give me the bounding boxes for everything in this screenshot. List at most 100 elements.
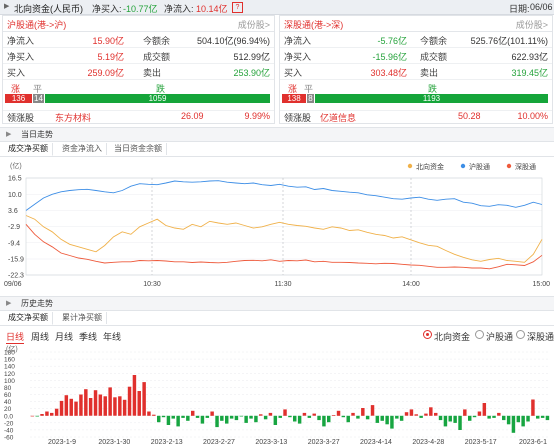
history-bar bbox=[443, 415, 448, 427]
collapse-triangle-icon[interactable]: ▶ bbox=[6, 299, 11, 307]
history-bar bbox=[176, 415, 180, 427]
stat-row: 买入 259.09亿 卖出 253.90亿 bbox=[3, 64, 274, 80]
panel-title[interactable]: 沪股通(港->沪) bbox=[7, 18, 66, 31]
radio-north-label[interactable]: 北向资金 bbox=[434, 330, 470, 343]
intraday-line-chart: (亿) 北向资金 沪股通 深股通 16.5 10.0 3.6 -2.9 -9.4 -15.… bbox=[4, 161, 550, 288]
radio-sz-label[interactable]: 深股通 bbox=[527, 330, 554, 343]
history-bar bbox=[502, 415, 506, 421]
stat-row: 净流入 -5.76亿 今额余 525.76亿(101.11%) bbox=[280, 32, 552, 48]
history-bar bbox=[307, 415, 312, 418]
period-day[interactable]: 日线 bbox=[6, 330, 25, 344]
panel-title[interactable]: 深股通(港->深) bbox=[284, 18, 343, 31]
leader-row: 领涨股 东方材料 26.09 9.99% bbox=[3, 110, 274, 123]
radio-north-icon[interactable] bbox=[423, 330, 432, 339]
y-tick-label: 16.5 bbox=[8, 176, 22, 183]
period-week[interactable]: 周线 bbox=[31, 330, 49, 343]
down-count-bar: 1059 bbox=[45, 94, 270, 103]
period-quarter[interactable]: 季线 bbox=[79, 330, 97, 343]
tab-day-balance[interactable]: 当日资金余额 bbox=[110, 143, 167, 155]
leader-label: 领涨股 bbox=[7, 113, 35, 123]
stat-value: 5.19亿 bbox=[97, 52, 124, 62]
history-bar bbox=[375, 415, 380, 423]
history-bar bbox=[74, 401, 78, 416]
history-bar bbox=[288, 415, 292, 418]
history-bar bbox=[346, 415, 350, 423]
history-bar bbox=[132, 375, 137, 416]
period-year[interactable]: 年线 bbox=[103, 330, 121, 343]
stat-label: 净买入 bbox=[284, 52, 312, 62]
period-bar: 日线 周线 月线 季线 年线 北向资金 沪股通 深股通 bbox=[0, 328, 554, 344]
leader-stock-link[interactable]: 亿道信息 bbox=[320, 111, 356, 124]
series-line bbox=[25, 215, 543, 263]
period-month[interactable]: 月线 bbox=[55, 330, 73, 343]
history-bar bbox=[429, 407, 433, 416]
history-bar bbox=[409, 409, 414, 416]
x-tick-label: 2023-3-13 bbox=[255, 439, 287, 446]
intraday-section-header: ▶ 当日走势 bbox=[0, 127, 554, 142]
collapse-triangle-icon[interactable]: ▶ bbox=[4, 2, 9, 10]
history-bar bbox=[302, 412, 307, 416]
history-bar bbox=[205, 415, 210, 418]
radio-sh-label[interactable]: 沪股通 bbox=[486, 330, 513, 343]
history-bar bbox=[404, 412, 409, 416]
y-tick-label: -60 bbox=[4, 435, 14, 442]
x-tick-label: 2023-4-28 bbox=[412, 439, 444, 446]
help-icon[interactable]: ? bbox=[232, 2, 243, 13]
history-bar bbox=[157, 415, 161, 423]
legend-sh[interactable]: 沪股通 bbox=[469, 162, 490, 171]
history-bar bbox=[171, 415, 175, 419]
history-bar bbox=[64, 395, 69, 416]
history-bar bbox=[152, 414, 156, 416]
x-tick-label: 2023-5-17 bbox=[465, 439, 497, 446]
history-bar bbox=[244, 415, 248, 423]
tab-net-buy-history[interactable]: 成交净买额 bbox=[4, 312, 53, 325]
tab-net-inflow[interactable]: 资金净流入 bbox=[58, 143, 107, 155]
history-bar bbox=[516, 415, 521, 423]
history-bar bbox=[424, 413, 428, 416]
history-bar bbox=[521, 415, 525, 427]
tab-cumulative[interactable]: 累计净买额 bbox=[58, 312, 107, 324]
history-tabs: 成交净买额 累计净买额 bbox=[0, 312, 554, 326]
history-bar bbox=[327, 415, 331, 423]
history-bar bbox=[147, 411, 151, 416]
history-bar bbox=[40, 414, 44, 416]
y-tick-label: 40 bbox=[4, 399, 12, 406]
history-bar bbox=[526, 415, 530, 422]
panel-header: 深股通(港->深) 成份股> bbox=[280, 16, 552, 32]
leader-stock-link[interactable]: 东方材料 bbox=[55, 111, 91, 124]
history-bar bbox=[361, 408, 365, 416]
history-bar bbox=[419, 415, 423, 418]
shanghai-connect-panel: 沪股通(港->沪) 成份股> 净流入 15.90亿 今额余 504.10亿(96… bbox=[2, 15, 275, 124]
x-tick-label: 2023-4-14 bbox=[360, 439, 392, 446]
history-bar bbox=[492, 415, 496, 418]
leader-pct: 9.99% bbox=[244, 111, 270, 121]
collapse-triangle-icon[interactable]: ▶ bbox=[6, 130, 11, 138]
y-tick-label: 10.0 bbox=[8, 192, 22, 199]
legend-north[interactable]: 北向资金 bbox=[416, 162, 444, 171]
section-title: 历史走势 bbox=[21, 299, 53, 308]
stat-label: 净买入 bbox=[7, 52, 35, 62]
unit-label: (亿) bbox=[10, 161, 22, 170]
history-bar bbox=[283, 409, 287, 416]
stat-value: 253.90亿 bbox=[233, 68, 270, 78]
history-bar bbox=[220, 415, 224, 421]
radio-sh-icon[interactable] bbox=[475, 330, 484, 339]
x-tick-label: 2023-1-30 bbox=[98, 439, 130, 446]
history-bar bbox=[336, 410, 341, 416]
history-bar bbox=[263, 415, 268, 420]
history-bar bbox=[273, 415, 278, 425]
constituents-link[interactable]: 成份股> bbox=[238, 18, 270, 31]
history-bar bbox=[225, 415, 229, 424]
date-label: 日期: bbox=[509, 4, 530, 14]
constituents-link[interactable]: 成份股> bbox=[516, 18, 548, 31]
radio-sz-icon[interactable] bbox=[516, 330, 525, 339]
history-bar bbox=[161, 415, 166, 418]
y-tick-label: 180 bbox=[4, 350, 15, 357]
tab-net-buy[interactable]: 成交净买额 bbox=[4, 143, 53, 156]
legend-sz[interactable]: 深股通 bbox=[515, 162, 536, 171]
history-bar bbox=[506, 415, 511, 425]
flat-count-bar: 8 bbox=[307, 94, 314, 103]
history-bar bbox=[186, 415, 190, 421]
history-bar bbox=[531, 399, 535, 416]
x-tick-label: 11:30 bbox=[275, 281, 292, 288]
